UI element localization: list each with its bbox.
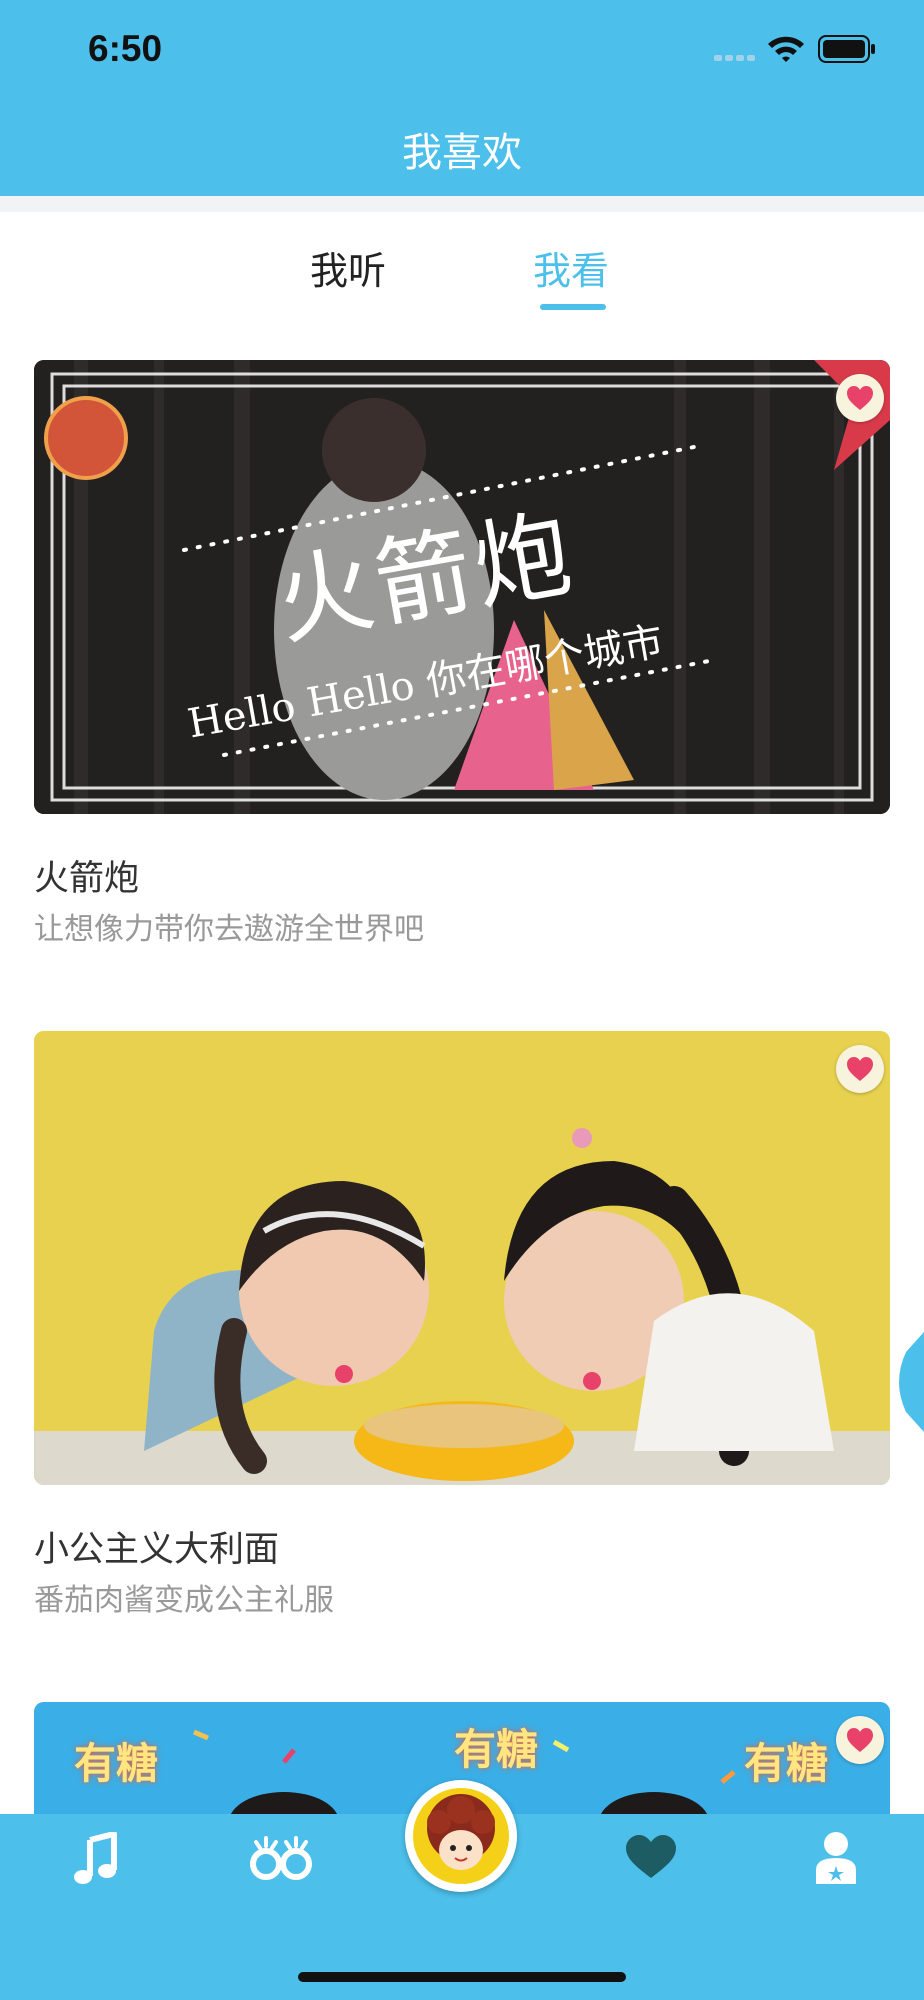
header-bar: 6:50 我喜欢 — [0, 0, 924, 196]
video-thumbnail-rocket[interactable]: 火箭炮 Hello Hello 你在哪个城市 — [34, 360, 890, 814]
side-drawer-handle[interactable] — [892, 1332, 924, 1432]
card-title[interactable]: 小公主义大利面 — [34, 1521, 279, 1572]
favorite-button[interactable] — [836, 374, 884, 422]
center-avatar-button[interactable] — [405, 1780, 517, 1892]
status-bar: 6:50 — [0, 0, 924, 100]
card-subtitle: 番茄肉酱变成公主礼服 — [34, 1583, 334, 1618]
card-title[interactable]: 火箭炮 — [34, 850, 139, 901]
video-thumbnail-spaghetti[interactable] — [34, 1031, 890, 1485]
favorite-button[interactable] — [836, 1716, 884, 1764]
favorite-button[interactable] — [836, 1045, 884, 1093]
avatar-icon — [413, 1788, 509, 1884]
card-subtitle: 让想像力带你去遨游全世界吧 — [34, 912, 424, 947]
tab-watch[interactable]: 我看 — [533, 240, 609, 295]
tab-active-indicator — [540, 304, 606, 310]
thumbnail-artwork — [34, 1031, 890, 1485]
heart-icon — [847, 1728, 873, 1752]
eyes-icon[interactable] — [248, 1834, 314, 1884]
tab-listen[interactable]: 我听 — [310, 240, 386, 295]
signal-icon — [714, 55, 755, 61]
profile-icon[interactable] — [814, 1830, 858, 1886]
heart-icon[interactable] — [624, 1834, 678, 1880]
music-note-icon[interactable] — [70, 1832, 122, 1888]
header-divider — [0, 196, 924, 212]
page-title: 我喜欢 — [402, 130, 522, 176]
status-time: 6:50 — [88, 28, 163, 69]
wifi-icon — [768, 36, 804, 62]
heart-icon — [847, 1057, 873, 1081]
thumbnail-overlay-label: 有糖 — [454, 1725, 539, 1774]
heart-icon — [847, 386, 873, 410]
thumbnail-overlay-label: 有糖 — [744, 1739, 829, 1788]
thumbnail-overlay-label: 有糖 — [74, 1739, 159, 1788]
home-indicator — [298, 1972, 626, 1982]
battery-icon — [818, 35, 875, 63]
